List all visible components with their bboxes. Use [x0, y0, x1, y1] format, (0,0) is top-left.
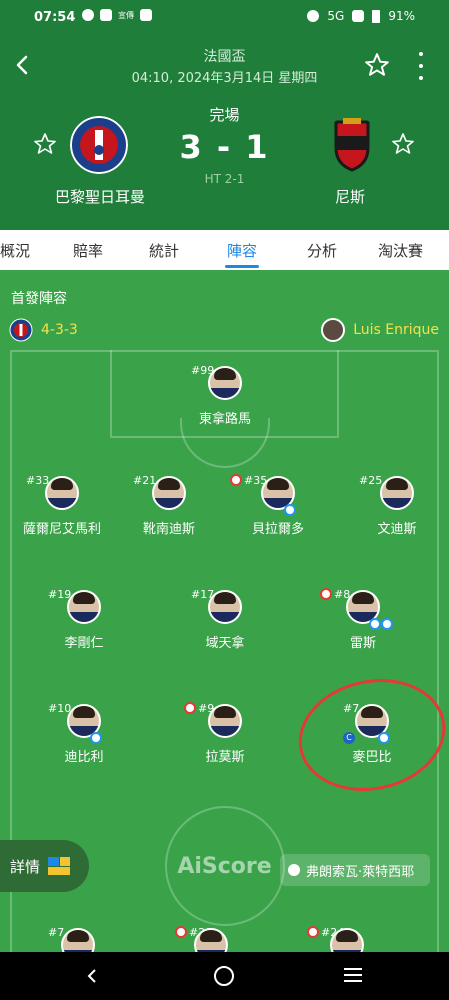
coach[interactable]: Luis Enrique — [321, 318, 439, 342]
flag-icon — [48, 857, 71, 875]
system-icons: 5G 91% — [307, 9, 415, 23]
player-name: 拉莫斯 — [205, 750, 245, 765]
player-name: 李剛仁 — [64, 636, 104, 651]
tab-lineup[interactable]: 陣容 — [192, 230, 292, 270]
player-avatar — [45, 476, 79, 510]
notification-icons: 宣傳 — [82, 9, 152, 21]
player-name: 薩爾尼艾馬利 — [22, 522, 101, 537]
player-name: 文迪斯 — [377, 522, 417, 537]
tab-knockout[interactable]: 淘汰賽 — [352, 230, 449, 270]
player-avatar — [61, 928, 95, 952]
coach-name: Luis Enrique — [353, 322, 439, 338]
goal-ball-icon — [381, 618, 393, 630]
assist-icon — [369, 618, 381, 630]
player-name: 域天拿 — [205, 636, 245, 651]
player-d4[interactable]: #25 文迪斯 — [347, 474, 447, 537]
home-team-crest[interactable] — [70, 116, 128, 174]
away-team-name[interactable]: 尼斯 — [280, 186, 420, 207]
assist-icon — [90, 732, 102, 744]
player-avatar — [67, 590, 101, 624]
match-tabs: 概況 賠率 統計 陣容 分析 淘汰賽 — [0, 230, 449, 270]
player-f1[interactable]: #10 迪比利 — [34, 702, 134, 765]
team-mini-crest — [9, 318, 33, 342]
player-d3[interactable]: #35 貝拉爾多 — [228, 474, 328, 537]
more-options-icon[interactable] — [412, 52, 430, 80]
player-name: 雷斯 — [349, 636, 376, 651]
network-label: 5G — [327, 9, 345, 23]
nav-home-icon[interactable] — [214, 966, 234, 986]
player-d2[interactable]: #21 靴南迪斯 — [119, 474, 219, 537]
formation: 4-3-3 — [41, 322, 78, 338]
match-status: 完場 — [209, 106, 240, 124]
away-team-crest[interactable] — [323, 116, 381, 174]
tab-overview[interactable]: 概況 — [0, 230, 40, 270]
whistle-icon — [288, 864, 300, 876]
player-m2[interactable]: #17 域天拿 — [175, 588, 275, 651]
facebook-icon — [82, 9, 94, 21]
match-header: 法國盃 04:10, 2024年3月14日 星期四 完場 3 - 1 HT 2-… — [0, 36, 449, 230]
nav-back-icon[interactable] — [84, 968, 100, 984]
substitution-icon — [184, 702, 196, 714]
alarm-icon — [307, 10, 320, 22]
player-name: 貝拉爾多 — [251, 522, 304, 537]
match-score: 3 - 1 — [179, 128, 270, 166]
player-b1[interactable]: #7 — [28, 926, 128, 952]
substitution-icon — [230, 474, 242, 486]
player-avatar — [330, 928, 364, 952]
substitution-icon — [175, 926, 187, 938]
signal-icon — [352, 10, 365, 22]
status-bar: 07:54 宣傳 5G 91% — [0, 0, 449, 36]
player-d1[interactable]: #33 薩爾尼艾馬利 — [12, 474, 112, 537]
home-team-name[interactable]: 巴黎聖日耳曼 — [30, 186, 170, 207]
tab-analysis[interactable]: 分析 — [292, 230, 352, 270]
youtube-icon — [100, 9, 112, 21]
goal-ball-icon — [284, 504, 296, 516]
player-avatar — [152, 476, 186, 510]
substitution-icon — [320, 588, 332, 600]
player-avatar — [208, 366, 242, 400]
promo-label: 宣傳 — [118, 10, 134, 20]
details-button[interactable]: 詳情 — [0, 840, 89, 892]
home-follow-star-icon[interactable] — [33, 132, 57, 156]
player-name: 東拿路馬 — [198, 412, 251, 427]
away-follow-star-icon[interactable] — [391, 132, 415, 156]
substitution-icon — [307, 926, 319, 938]
battery-icon — [372, 9, 381, 23]
nav-recents-icon[interactable] — [344, 968, 362, 982]
player-avatar — [208, 590, 242, 624]
system-nav-bar — [0, 952, 449, 1000]
player-name: 靴南迪斯 — [142, 522, 195, 537]
app-icon — [140, 9, 152, 21]
favorite-star-icon[interactable] — [364, 52, 390, 78]
player-avatar — [194, 928, 228, 952]
player-b2[interactable]: #29 — [161, 926, 261, 952]
player-m1[interactable]: #19 李剛仁 — [34, 588, 134, 651]
player-f2[interactable]: #9 拉莫斯 — [175, 702, 275, 765]
player-m3[interactable]: #8 雷斯 — [313, 588, 413, 651]
tab-stats[interactable]: 統計 — [136, 230, 192, 270]
referee-name: 弗朗索瓦·萊特西耶 — [306, 864, 415, 880]
clock: 07:54 — [34, 10, 76, 25]
halftime-score: HT 2-1 — [204, 172, 245, 186]
player-name: 迪比利 — [64, 750, 104, 765]
player-avatar — [208, 704, 242, 738]
player-number: #25 — [359, 474, 383, 487]
battery-level: 91% — [388, 9, 415, 23]
player-avatar — [380, 476, 414, 510]
player-b3[interactable]: #24 — [297, 926, 397, 952]
coach-avatar — [321, 318, 346, 342]
lineup-pitch: 首發陣容 4-3-3 Luis Enrique AiScore #99 東拿路馬… — [0, 270, 449, 952]
player-gk[interactable]: #99 東拿路馬 — [175, 364, 275, 427]
details-label: 詳情 — [10, 857, 41, 876]
tab-odds[interactable]: 賠率 — [40, 230, 136, 270]
lineup-title: 首發陣容 — [11, 291, 67, 307]
referee-badge[interactable]: 弗朗索瓦·萊特西耶 — [280, 854, 430, 886]
formation-row: 4-3-3 — [9, 318, 78, 342]
